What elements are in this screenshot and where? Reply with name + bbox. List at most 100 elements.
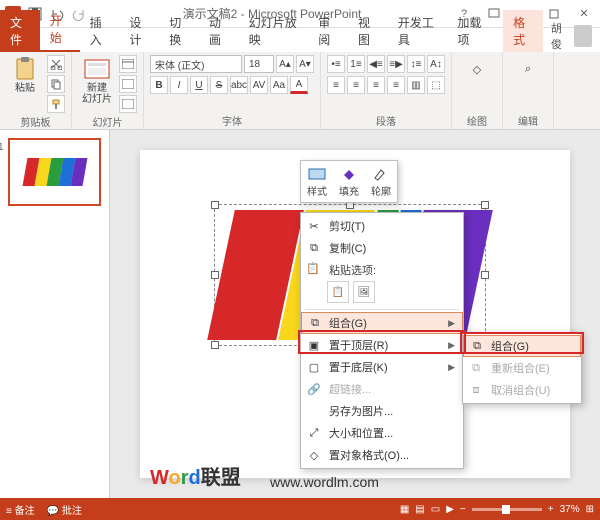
- font-color-button[interactable]: A: [290, 76, 308, 94]
- tab-animation[interactable]: 动画: [199, 10, 239, 52]
- increase-indent-button[interactable]: ≡▶: [387, 55, 405, 73]
- submenu-ungroup: ⧈取消组合(U): [463, 379, 581, 401]
- strikethrough-button[interactable]: S: [210, 76, 228, 94]
- zoom-out-button[interactable]: −: [460, 504, 466, 515]
- style-icon: [307, 165, 327, 183]
- menu-size-position[interactable]: ⤢大小和位置...: [301, 422, 463, 444]
- bold-button[interactable]: B: [150, 76, 168, 94]
- menu-cut[interactable]: ✂剪切(T): [301, 215, 463, 237]
- shrink-font-button[interactable]: A▾: [296, 55, 314, 73]
- avatar-icon: [574, 25, 592, 47]
- drawing-button[interactable]: ◇: [458, 55, 496, 83]
- paste-options: 📋 🖼: [301, 279, 463, 307]
- tab-file[interactable]: 文件: [0, 10, 40, 52]
- justify-button[interactable]: ≡: [387, 76, 405, 94]
- font-size-select[interactable]: 18: [244, 55, 274, 73]
- status-comments[interactable]: 💬 批注: [47, 502, 82, 517]
- view-normal-icon[interactable]: ▦: [400, 504, 409, 515]
- paste-icon: 📋: [306, 262, 320, 275]
- align-right-button[interactable]: ≡: [367, 76, 385, 94]
- zoom-level[interactable]: 37%: [560, 504, 580, 515]
- align-left-button[interactable]: ≡: [327, 76, 345, 94]
- reset-button[interactable]: [119, 75, 137, 93]
- style-button[interactable]: 样式: [301, 161, 333, 202]
- send-back-icon: ▢: [306, 359, 322, 375]
- watermark-url: www.wordlm.com: [270, 474, 379, 490]
- menu-send-back[interactable]: ▢置于底层(K)▶: [301, 356, 463, 378]
- section-button[interactable]: [119, 95, 137, 113]
- tab-addin[interactable]: 加载项: [447, 10, 497, 52]
- format-icon: ◇: [306, 447, 322, 463]
- tab-view[interactable]: 视图: [348, 10, 388, 52]
- mini-toolbar: 样式 填充 轮廓: [300, 160, 398, 203]
- font-family-select[interactable]: 宋体 (正文): [150, 55, 242, 73]
- text-direction-button[interactable]: A↕: [427, 55, 445, 73]
- menu-save-as-picture[interactable]: 另存为图片...: [301, 400, 463, 422]
- group-clipboard: 剪贴板: [6, 113, 65, 129]
- fit-window-icon[interactable]: ⊞: [586, 504, 594, 515]
- case-button[interactable]: Aa: [270, 76, 288, 94]
- columns-button[interactable]: ▥: [407, 76, 425, 94]
- tab-slideshow[interactable]: 幻灯片放映: [239, 10, 308, 52]
- bullets-button[interactable]: •≡: [327, 55, 345, 73]
- status-notes[interactable]: ≡ 备注: [6, 502, 35, 517]
- numbering-button[interactable]: 1≡: [347, 55, 365, 73]
- underline-button[interactable]: U: [190, 76, 208, 94]
- group-font: 字体: [150, 112, 314, 128]
- chevron-right-icon: ▶: [448, 340, 455, 351]
- editing-button[interactable]: ⌕: [509, 55, 547, 83]
- view-slideshow-icon[interactable]: ▶: [446, 504, 454, 515]
- menu-group[interactable]: ⧉组合(G)▶: [301, 312, 463, 334]
- group-slides: 幻灯片: [78, 113, 137, 129]
- shadow-button[interactable]: abc: [230, 76, 248, 94]
- tab-format[interactable]: 格式: [503, 10, 543, 52]
- thumbnail-number: 1: [0, 142, 4, 153]
- context-menu: ✂剪切(T) ⧉复制(C) 📋粘贴选项: 📋 🖼 ⧉组合(G)▶ ▣置于顶层(R…: [300, 212, 464, 469]
- paste-option-1[interactable]: 📋: [327, 281, 349, 303]
- outline-button[interactable]: 轮廓: [365, 161, 397, 202]
- menu-bring-front[interactable]: ▣置于顶层(R)▶: [301, 334, 463, 356]
- view-reading-icon[interactable]: ▭: [431, 504, 440, 515]
- smartart-button[interactable]: ⬚: [427, 76, 445, 94]
- paste-button[interactable]: 粘贴: [6, 55, 44, 94]
- zoom-slider[interactable]: [472, 508, 542, 511]
- ribbon: 粘贴 剪贴板 新建 幻灯片 幻灯片 宋体 (正: [0, 52, 600, 130]
- tab-review[interactable]: 审阅: [308, 10, 348, 52]
- submenu-regroup: ⧉重新组合(E): [463, 357, 581, 379]
- regroup-icon: ⧉: [468, 360, 484, 376]
- layout-button[interactable]: [119, 55, 137, 73]
- cut-button[interactable]: [47, 55, 65, 73]
- group-paragraph: 段落: [327, 112, 445, 128]
- tab-transition[interactable]: 切换: [159, 10, 199, 52]
- clipboard-icon: [11, 55, 39, 83]
- fill-icon: [339, 165, 359, 183]
- submenu-group[interactable]: ⧉组合(G): [463, 335, 581, 357]
- align-center-button[interactable]: ≡: [347, 76, 365, 94]
- group-submenu: ⧉组合(G) ⧉重新组合(E) ⧈取消组合(U): [462, 332, 582, 404]
- line-spacing-button[interactable]: ↕≡: [407, 55, 425, 73]
- menu-copy[interactable]: ⧉复制(C): [301, 237, 463, 259]
- spacing-button[interactable]: AV: [250, 76, 268, 94]
- chevron-right-icon: ▶: [448, 362, 455, 373]
- tab-design[interactable]: 设计: [119, 10, 159, 52]
- grow-font-button[interactable]: A▴: [276, 55, 294, 73]
- fill-button[interactable]: 填充: [333, 161, 365, 202]
- italic-button[interactable]: I: [170, 76, 188, 94]
- paste-option-2[interactable]: 🖼: [353, 281, 375, 303]
- copy-button[interactable]: [47, 75, 65, 93]
- menu-hyperlink: 🔗超链接...: [301, 378, 463, 400]
- tab-dev[interactable]: 开发工具: [388, 10, 448, 52]
- format-painter-button[interactable]: [47, 95, 65, 113]
- new-slide-button[interactable]: 新建 幻灯片: [78, 55, 116, 105]
- scissors-icon: ✂: [306, 218, 322, 234]
- menu-format-object[interactable]: ◇置对象格式(O)...: [301, 444, 463, 466]
- ribbon-tabs: 文件 开始 插入 设计 切换 动画 幻灯片放映 审阅 视图 开发工具 加载项 格…: [0, 28, 600, 52]
- zoom-in-button[interactable]: +: [548, 504, 554, 515]
- size-icon: ⤢: [306, 425, 322, 441]
- slide-thumbnail-1[interactable]: 1: [8, 138, 101, 206]
- decrease-indent-button[interactable]: ◀≡: [367, 55, 385, 73]
- tab-home[interactable]: 开始: [40, 8, 80, 52]
- view-sorter-icon[interactable]: ▤: [415, 504, 424, 515]
- user-account[interactable]: 胡俊: [543, 20, 600, 52]
- tab-insert[interactable]: 插入: [80, 10, 120, 52]
